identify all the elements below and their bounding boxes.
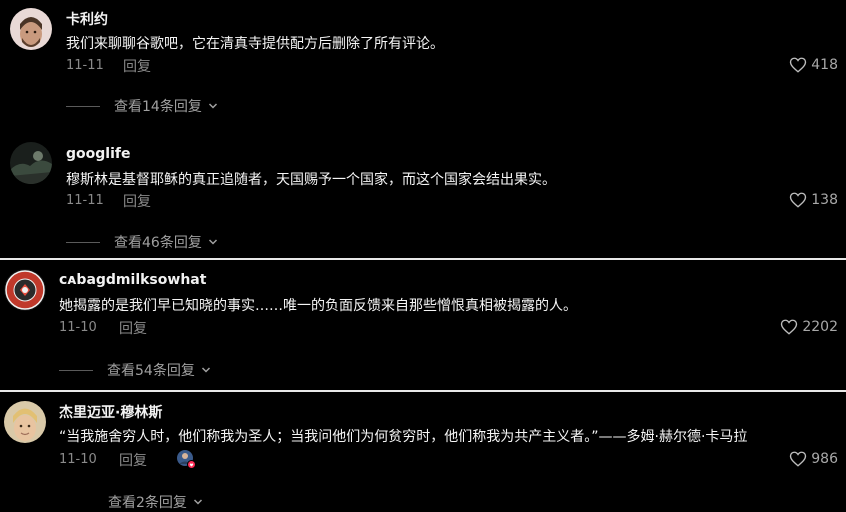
view-replies-button[interactable]: 查看14条回复: [66, 96, 218, 116]
view-replies-label: 查看2条回复: [108, 495, 187, 511]
reply-button[interactable]: 回复: [119, 318, 147, 338]
comment-date: 11-11: [66, 193, 104, 208]
user-avatar[interactable]: [10, 142, 52, 184]
heart-icon: [781, 319, 798, 335]
like-button[interactable]: 986: [789, 450, 838, 468]
view-replies-label: 查看14条回复: [114, 99, 202, 115]
comment-username[interactable]: googlife: [66, 146, 130, 162]
reply-button[interactable]: 回复: [123, 56, 151, 76]
replies-dash: [59, 369, 93, 371]
comment-item: 杰里迈亚·穆林斯 “当我施舍穷人时，他们称我为圣人；当我问他们为何贫穷时，他们称…: [0, 392, 846, 512]
chevron-down-icon: [208, 103, 217, 109]
heart-icon: [790, 192, 807, 208]
comment-date: 11-10: [59, 320, 97, 335]
chevron-down-icon: [208, 239, 217, 245]
replies-dash: [66, 105, 100, 107]
chevron-down-icon: [193, 499, 202, 505]
comment-item: 卡利约 我们来聊聊谷歌吧，它在清真寺提供配方后删除了所有评论。 11-11 回复…: [0, 0, 846, 125]
comment-date: 11-10: [59, 452, 97, 467]
view-replies-label: 查看46条回复: [114, 235, 202, 251]
creator-liked-avatar-icon: [176, 449, 196, 469]
comment-text: 她揭露的是我们早已知晓的事实……唯一的负面反馈来自那些憎恨真相被揭露的人。: [59, 298, 577, 314]
comment-text: “当我施舍穷人时，他们称我为圣人；当我问他们为何贫穷时，他们称我为共产主义者。”…: [59, 429, 748, 445]
comment-text: 我们来聊聊谷歌吧，它在清真寺提供配方后删除了所有评论。: [66, 36, 444, 52]
view-replies-button[interactable]: 查看54条回复: [59, 360, 211, 380]
comment-date: 11-11: [66, 58, 104, 73]
like-button[interactable]: 2202: [780, 318, 838, 336]
chevron-down-icon: [201, 367, 210, 373]
view-replies-button[interactable]: 查看46条回复: [66, 232, 218, 252]
like-count: 138: [811, 192, 838, 208]
reply-button[interactable]: 回复: [119, 450, 147, 470]
like-count: 2202: [802, 319, 838, 335]
comments-panel-2: ᴄᴀbagdmilksowhat 她揭露的是我们早已知晓的事实……唯一的负面反馈…: [0, 260, 846, 390]
heart-icon: [790, 451, 807, 467]
replies-dash: [66, 241, 100, 243]
user-avatar[interactable]: [4, 269, 46, 311]
comments-panel-3: 杰里迈亚·穆林斯 “当我施舍穷人时，他们称我为圣人；当我问他们为何贫穷时，他们称…: [0, 392, 846, 512]
comment-username[interactable]: ᴄᴀbagdmilksowhat: [59, 272, 206, 288]
comment-item: ᴄᴀbagdmilksowhat 她揭露的是我们早已知晓的事实……唯一的负面反馈…: [0, 260, 846, 390]
comment-username[interactable]: 卡利约: [66, 9, 108, 29]
comment-username[interactable]: 杰里迈亚·穆林斯: [59, 402, 162, 422]
reply-button[interactable]: 回复: [123, 191, 151, 211]
view-replies-button[interactable]: 查看2条回复: [59, 492, 203, 512]
like-button[interactable]: 138: [789, 191, 838, 209]
view-replies-label: 查看54条回复: [107, 363, 195, 379]
user-avatar[interactable]: [4, 401, 46, 443]
comments-panel-1: 卡利约 我们来聊聊谷歌吧，它在清真寺提供配方后删除了所有评论。 11-11 回复…: [0, 0, 846, 258]
comment-item: googlife 穆斯林是基督耶稣的真正追随者，天国赐予一个国家，而这个国家会结…: [0, 135, 846, 258]
heart-icon: [790, 57, 807, 73]
user-avatar[interactable]: [10, 8, 52, 50]
comment-text: 穆斯林是基督耶稣的真正追随者，天国赐予一个国家，而这个国家会结出果实。: [66, 172, 556, 188]
like-count: 986: [811, 451, 838, 467]
like-button[interactable]: 418: [789, 56, 838, 74]
like-count: 418: [811, 57, 838, 73]
